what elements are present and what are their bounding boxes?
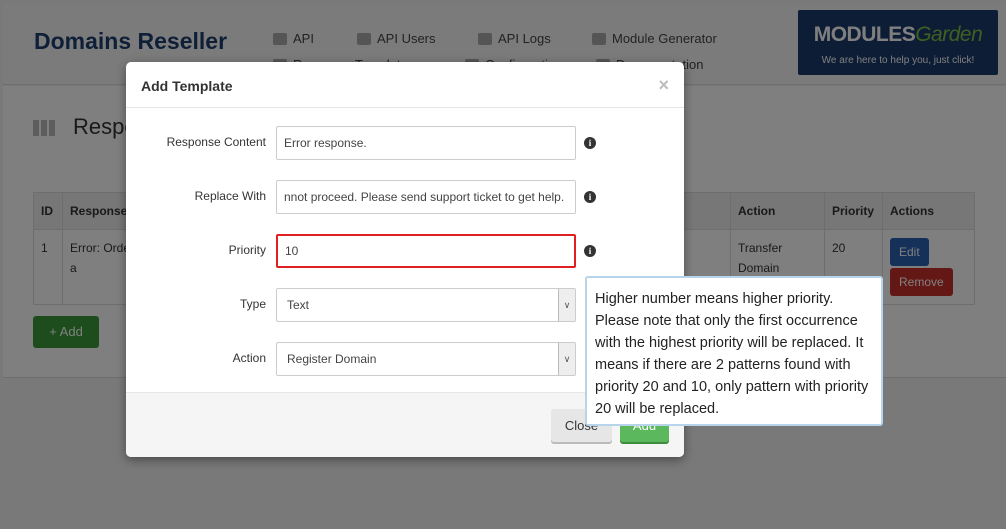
info-icon[interactable]: i: [584, 191, 596, 203]
priority-input[interactable]: 10: [276, 234, 576, 268]
type-select[interactable]: Text ∨: [276, 288, 576, 322]
chevron-down-icon: ∨: [558, 289, 575, 321]
field-replace-with: Replace With nnot proceed. Please send s…: [126, 180, 684, 214]
action-select[interactable]: Register Domain ∨: [276, 342, 576, 376]
response-content-input[interactable]: Error response.: [276, 126, 576, 160]
field-priority: Priority 10 i: [126, 234, 684, 268]
close-icon[interactable]: ×: [658, 75, 669, 96]
field-label: Priority: [228, 243, 266, 257]
modal-title: Add Template: [126, 62, 684, 108]
field-label: Action: [232, 351, 266, 365]
field-label: Type: [239, 297, 266, 311]
field-response-content: Response Content Error response. i: [126, 126, 684, 160]
info-icon[interactable]: i: [584, 245, 596, 257]
chevron-down-icon: ∨: [558, 343, 575, 375]
field-label: Response Content: [166, 135, 266, 149]
info-icon[interactable]: i: [584, 137, 596, 149]
replace-with-input[interactable]: nnot proceed. Please send support ticket…: [276, 180, 576, 214]
field-label: Replace With: [194, 189, 266, 203]
priority-tooltip: Higher number means higher priority. Ple…: [585, 276, 883, 426]
type-value: Text: [287, 298, 310, 312]
action-value: Register Domain: [287, 352, 377, 366]
